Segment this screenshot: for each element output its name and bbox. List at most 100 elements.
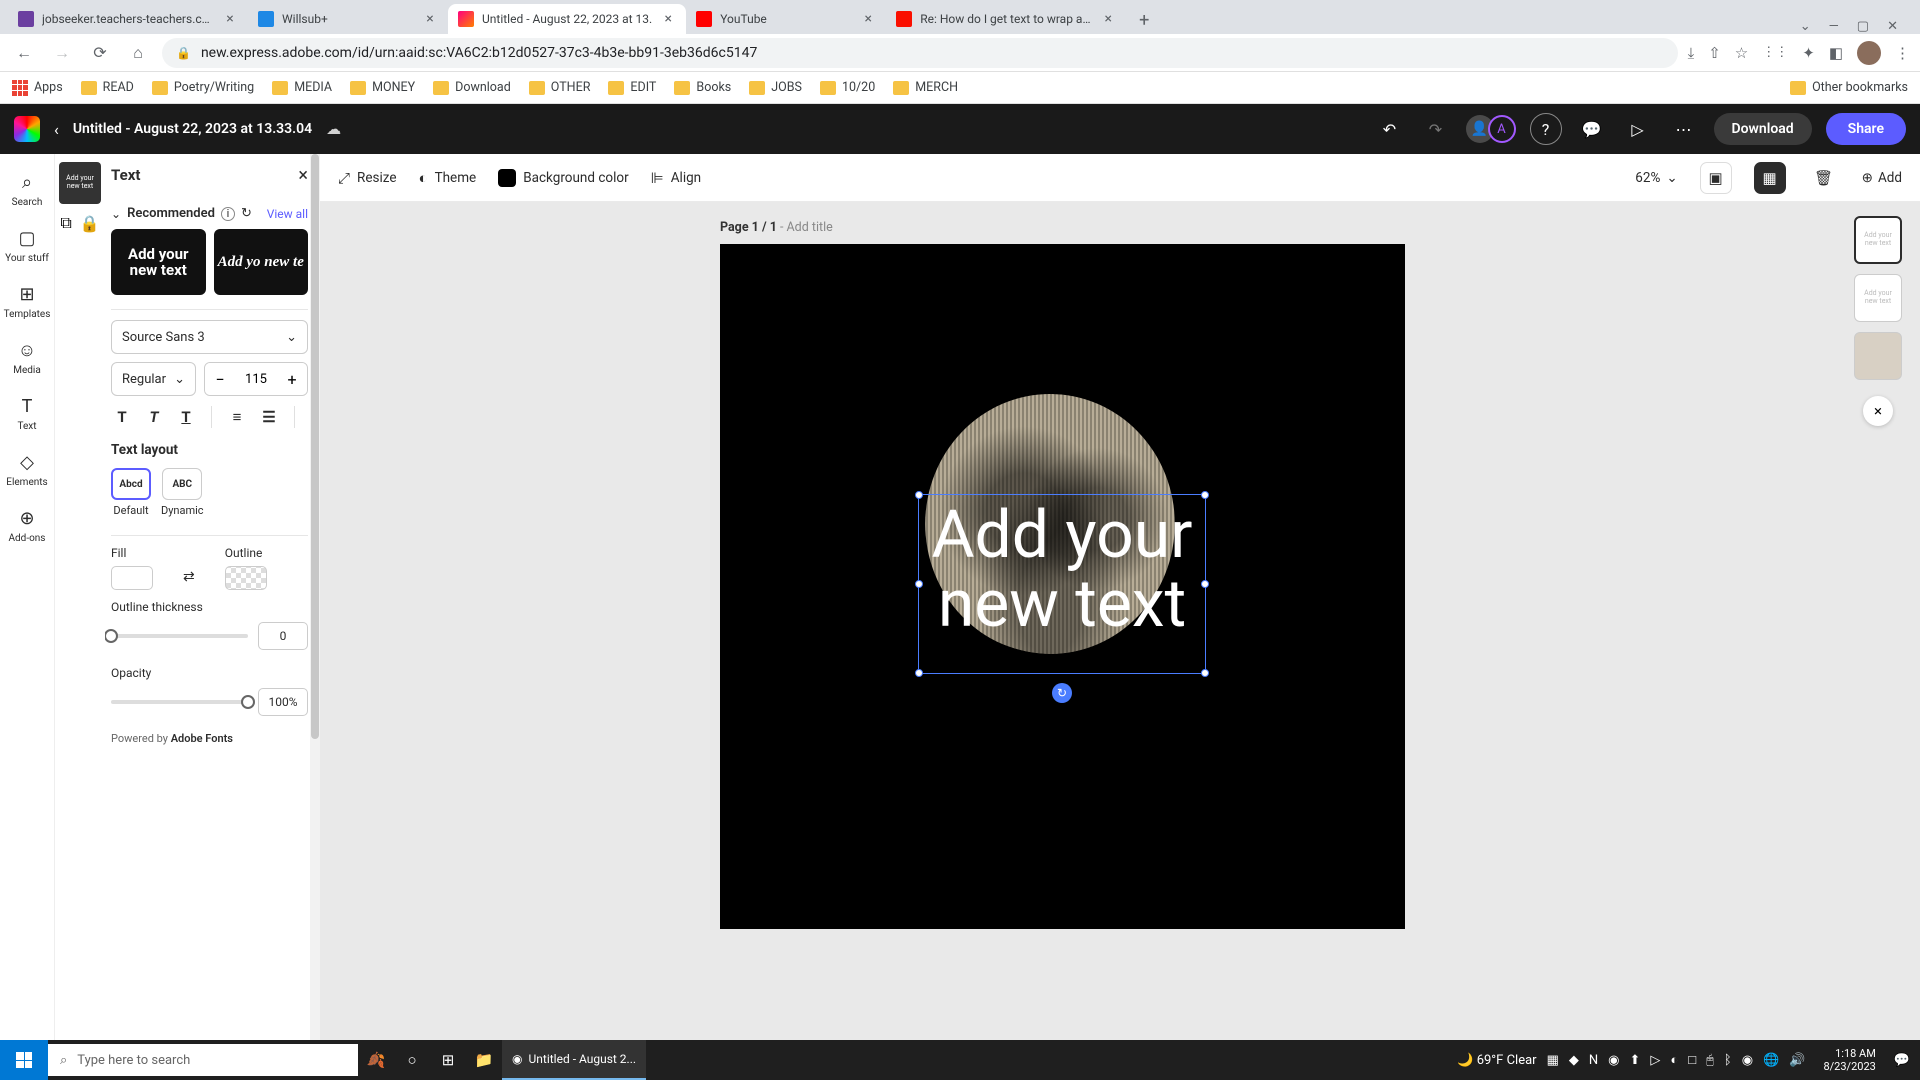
resize-handle[interactable] <box>915 580 923 588</box>
theme-button[interactable]: ◐Theme <box>419 169 477 187</box>
view-mode-single[interactable]: ▣ <box>1700 162 1732 194</box>
rail-addons[interactable]: ⊕Add-ons <box>0 502 54 550</box>
panel-mini-preview[interactable]: Add your new text <box>59 162 101 204</box>
undo-icon[interactable]: ↶ <box>1374 113 1406 145</box>
close-icon[interactable]: × <box>860 11 876 27</box>
refresh-icon[interactable]: ↻ <box>241 206 252 221</box>
thickness-slider[interactable] <box>111 634 248 638</box>
underline-icon[interactable]: T <box>175 406 197 428</box>
bookmark-folder[interactable]: EDIT <box>608 80 656 95</box>
tray-icon[interactable]: □ <box>1688 1052 1696 1068</box>
extensions-icon[interactable]: ✦ <box>1802 44 1815 62</box>
tray-icon[interactable]: ◉ <box>1608 1053 1619 1068</box>
rail-templates[interactable]: ⊞Templates <box>0 278 54 326</box>
outline-color-swatch[interactable] <box>225 566 267 590</box>
bookmark-folder[interactable]: Download <box>433 80 511 95</box>
maximize-icon[interactable]: ▢ <box>1857 19 1869 34</box>
start-button[interactable] <box>0 1040 48 1080</box>
align-button[interactable]: ⊫Align <box>651 169 702 187</box>
rail-media[interactable]: ☺Media <box>0 334 54 382</box>
close-layers-icon[interactable]: × <box>1863 396 1893 426</box>
bookmark-folder[interactable]: Poetry/Writing <box>152 80 254 95</box>
task-view-icon[interactable]: ⊞ <box>430 1040 466 1080</box>
close-icon[interactable]: × <box>1100 11 1116 27</box>
resize-handle[interactable] <box>1201 669 1209 677</box>
file-explorer-icon[interactable]: 📁 <box>466 1040 502 1080</box>
text-element-selected[interactable]: Add your new text ↻ <box>918 494 1206 674</box>
tray-icon[interactable]: ◆ <box>1569 1053 1579 1068</box>
fill-color-swatch[interactable] <box>111 566 153 590</box>
bookmark-folder[interactable]: Books <box>674 80 731 95</box>
download-button[interactable]: Download <box>1714 113 1812 145</box>
weather-widget[interactable]: 🌙 69°F Clear <box>1457 1053 1536 1068</box>
align-icon[interactable]: ≡ <box>226 406 248 428</box>
volume-icon[interactable]: 🔊 <box>1789 1053 1805 1068</box>
view-mode-grid[interactable]: ▦ <box>1754 162 1786 194</box>
add-page-button[interactable]: ⊕Add <box>1862 170 1902 186</box>
font-size-input[interactable] <box>235 363 277 395</box>
browser-tab[interactable]: jobseeker.teachers-teachers.com× <box>8 4 248 34</box>
taskbar-app[interactable]: ◉Untitled - August 2... <box>502 1040 646 1080</box>
decrease-button[interactable]: − <box>205 363 235 395</box>
present-icon[interactable]: ▷ <box>1622 113 1654 145</box>
new-tab-button[interactable]: + <box>1130 6 1158 34</box>
layout-dynamic[interactable]: ABCDynamic <box>161 468 204 517</box>
rail-elements[interactable]: ◇Elements <box>0 446 54 494</box>
chevron-down-icon[interactable]: ⌄ <box>1800 19 1811 34</box>
browser-tab[interactable]: Willsub+× <box>248 4 448 34</box>
bookmark-folder[interactable]: MERCH <box>893 80 958 95</box>
minimize-icon[interactable]: — <box>1829 19 1839 34</box>
opacity-slider[interactable] <box>111 700 248 704</box>
taskbar-search[interactable]: ⌕Type here to search <box>48 1044 358 1076</box>
font-weight-select[interactable]: Regular⌄ <box>111 362 196 396</box>
other-bookmarks[interactable]: Other bookmarks <box>1790 80 1908 95</box>
url-input[interactable]: 🔒 new.express.adobe.com/id/urn:aaid:sc:V… <box>162 38 1678 68</box>
browser-tab[interactable]: Re: How do I get text to wrap arc× <box>886 4 1126 34</box>
close-icon[interactable]: × <box>660 11 676 27</box>
chevron-down-icon[interactable]: ⌄ <box>111 207 121 221</box>
opacity-value[interactable]: 100% <box>258 688 308 716</box>
home-icon[interactable]: ⌂ <box>124 39 152 67</box>
thickness-value[interactable]: 0 <box>258 622 308 650</box>
cortana-icon[interactable]: ○ <box>394 1040 430 1080</box>
network-icon[interactable]: 🌐 <box>1763 1053 1779 1068</box>
share-button[interactable]: Share <box>1826 113 1906 145</box>
more-icon[interactable]: ⋯ <box>1668 113 1700 145</box>
close-icon[interactable]: × <box>222 11 238 27</box>
tray-icon[interactable]: ▷ <box>1650 1053 1660 1068</box>
close-window-icon[interactable]: ✕ <box>1887 19 1898 34</box>
layer-thumb[interactable] <box>1854 332 1902 380</box>
info-icon[interactable]: i <box>221 207 235 221</box>
resize-handle[interactable] <box>1201 491 1209 499</box>
resize-handle[interactable] <box>915 669 923 677</box>
zoom-control[interactable]: 62%⌄ <box>1635 170 1677 186</box>
back-icon[interactable]: ← <box>10 39 38 67</box>
sidepanel-icon[interactable]: ◧ <box>1829 44 1843 62</box>
panel-scrollbar[interactable] <box>310 154 320 1040</box>
bluetooth-icon[interactable]: ᛒ <box>1724 1053 1732 1068</box>
view-all-link[interactable]: View all <box>267 207 308 221</box>
share-url-icon[interactable]: ⇧ <box>1708 44 1721 62</box>
apps-shortcut[interactable]: Apps <box>12 80 63 96</box>
menu-icon[interactable]: ⋮ <box>1895 44 1910 62</box>
help-icon[interactable]: ? <box>1530 113 1562 145</box>
style-recommendation[interactable]: Add yo new te <box>214 229 309 295</box>
bookmark-folder[interactable]: JOBS <box>749 80 802 95</box>
resize-button[interactable]: ⤢Resize <box>338 169 397 187</box>
font-family-select[interactable]: Source Sans 3⌄ <box>111 320 308 354</box>
clock[interactable]: 1:18 AM8/23/2023 <box>1815 1047 1883 1073</box>
resize-handle[interactable] <box>1201 580 1209 588</box>
reload-icon[interactable]: ⟳ <box>86 39 114 67</box>
redo-icon[interactable]: ↷ <box>1420 113 1452 145</box>
canvas-stage[interactable]: Page 1 / 1 - Add title Add your new text… <box>320 202 1920 1040</box>
news-widget-icon[interactable]: 🍂 <box>358 1040 394 1080</box>
browser-tab[interactable]: YouTube× <box>686 4 886 34</box>
comment-icon[interactable]: 💬 <box>1576 113 1608 145</box>
bgcolor-button[interactable]: Background color <box>498 169 628 187</box>
swap-icon[interactable]: ⇄ <box>183 569 195 585</box>
list-icon[interactable]: ☰ <box>258 406 280 428</box>
bold-icon[interactable]: T <box>111 406 133 428</box>
layer-thumb[interactable]: Add your new text <box>1854 216 1902 264</box>
tray-icon[interactable]: ◉ <box>1742 1053 1753 1068</box>
tray-icon[interactable]: ◐ <box>1670 1052 1678 1068</box>
